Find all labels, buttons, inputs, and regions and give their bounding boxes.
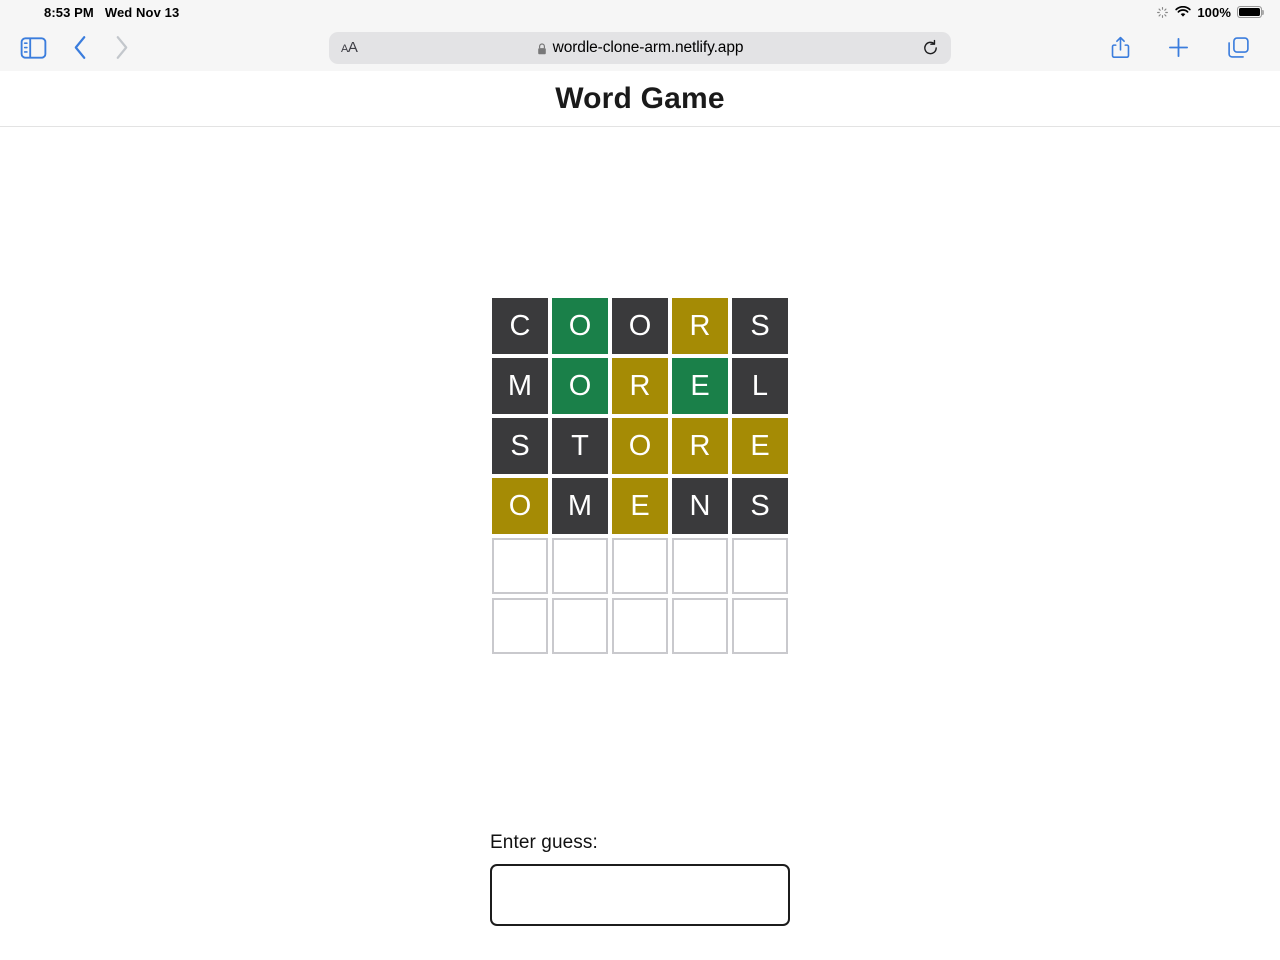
battery-icon: [1237, 6, 1265, 18]
toolbar-right-group: [960, 36, 1260, 59]
text-size-button[interactable]: AA: [341, 39, 358, 56]
status-bar: 8:53 PM Wed Nov 13 100%: [0, 0, 1280, 24]
url-text: wordle-clone-arm.netlify.app: [552, 38, 744, 56]
word-grid-row: COORS: [492, 298, 788, 354]
word-grid-row: STORE: [492, 418, 788, 474]
status-bar-right: 100%: [1156, 4, 1265, 20]
letter-tile: T: [552, 418, 608, 474]
battery-percent-label: 100%: [1197, 4, 1231, 20]
word-grid-row: MOREL: [492, 358, 788, 414]
forward-icon[interactable]: [114, 35, 129, 60]
letter-tile: C: [492, 298, 548, 354]
tabs-icon[interactable]: [1227, 36, 1250, 59]
word-grid-row: OMENS: [492, 478, 788, 534]
text-size-large-a: A: [347, 39, 358, 56]
browser-toolbar: AA wordle-clone-arm.netlify.app: [0, 24, 1280, 71]
letter-tile: O: [552, 358, 608, 414]
letter-tile: L: [732, 358, 788, 414]
letter-tile: N: [672, 478, 728, 534]
letter-tile: O: [612, 298, 668, 354]
word-grid: COORSMORELSTOREOMENS: [492, 298, 788, 654]
letter-tile: [612, 538, 668, 594]
word-grid-row: [492, 538, 788, 594]
lock-icon: [537, 42, 547, 54]
letter-tile: [732, 598, 788, 654]
letter-tile: R: [672, 418, 728, 474]
status-date: Wed Nov 13: [104, 4, 180, 20]
reload-icon[interactable]: [922, 39, 939, 56]
back-icon[interactable]: [73, 35, 88, 60]
guess-input[interactable]: [490, 864, 790, 926]
letter-tile: E: [672, 358, 728, 414]
letter-tile: O: [492, 478, 548, 534]
letter-tile: E: [612, 478, 668, 534]
address-bar[interactable]: AA wordle-clone-arm.netlify.app: [329, 31, 951, 64]
letter-tile: S: [732, 478, 788, 534]
letter-tile: S: [732, 298, 788, 354]
letter-tile: M: [492, 358, 548, 414]
word-grid-row: [492, 598, 788, 654]
letter-tile: E: [732, 418, 788, 474]
status-bar-left: 8:53 PM Wed Nov 13: [44, 5, 179, 20]
page-title: Word Game: [555, 81, 725, 115]
letter-tile: [492, 538, 548, 594]
letter-tile: [672, 538, 728, 594]
battery-fill: [1239, 8, 1260, 16]
new-tab-icon[interactable]: [1168, 37, 1189, 58]
page-header: Word Game: [0, 71, 1280, 127]
letter-tile: [672, 598, 728, 654]
sync-icon: [1156, 6, 1169, 19]
letter-tile: S: [492, 418, 548, 474]
text-size-small-a: A: [341, 43, 348, 55]
letter-tile: O: [552, 298, 608, 354]
address-bar-container: AA wordle-clone-arm.netlify.app: [320, 31, 960, 64]
letter-tile: O: [612, 418, 668, 474]
page-body: COORSMORELSTOREOMENS Enter guess:: [0, 127, 1280, 960]
guess-area: Enter guess:: [490, 832, 790, 926]
wifi-icon: [1175, 5, 1191, 19]
letter-tile: [552, 598, 608, 654]
sidebar-toggle-icon[interactable]: [20, 36, 47, 59]
letter-tile: [612, 598, 668, 654]
letter-tile: R: [612, 358, 668, 414]
toolbar-left-group: [20, 35, 320, 60]
letter-tile: M: [552, 478, 608, 534]
browser-chrome: 8:53 PM Wed Nov 13 100% AA wordle-clone-…: [0, 0, 1280, 71]
letter-tile: [732, 538, 788, 594]
letter-tile: [492, 598, 548, 654]
web-page: Word Game COORSMORELSTOREOMENS Enter gue…: [0, 71, 1280, 960]
url-display: wordle-clone-arm.netlify.app: [329, 39, 951, 57]
letter-tile: [552, 538, 608, 594]
guess-input-label: Enter guess:: [490, 832, 598, 853]
status-time: 8:53 PM: [44, 4, 94, 20]
letter-tile: R: [672, 298, 728, 354]
share-icon[interactable]: [1111, 36, 1130, 59]
